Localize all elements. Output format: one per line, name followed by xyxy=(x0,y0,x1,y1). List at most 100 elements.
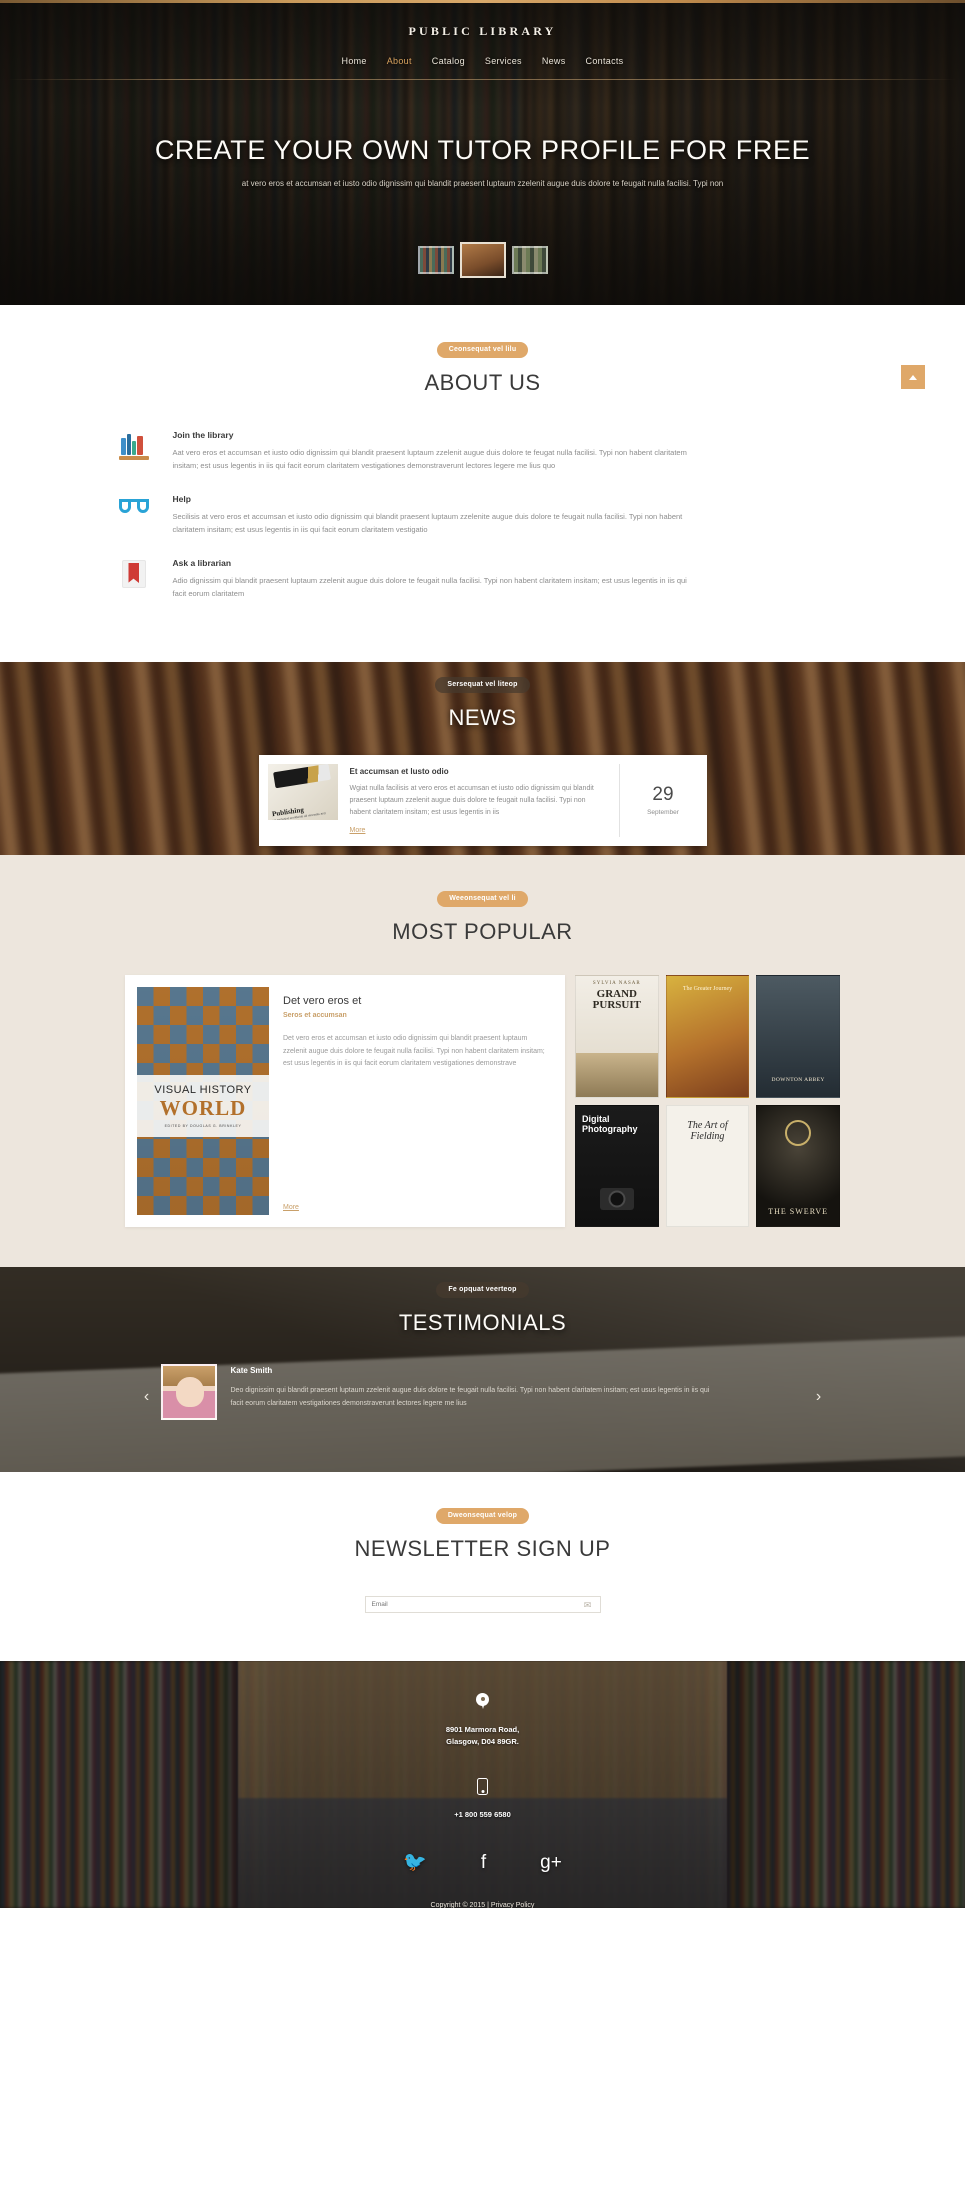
hero-header: PUBLIC LIBRARY Home About Catalog Servic… xyxy=(0,24,965,66)
email-field[interactable] xyxy=(371,1601,582,1608)
envelope-icon[interactable]: ✉ xyxy=(582,1599,594,1611)
book-cover-art xyxy=(785,1119,812,1146)
book-title: GRAND PURSUIT xyxy=(592,988,641,1011)
featured-book-body: Det vero eros et accumsan et iusto odio … xyxy=(283,1035,545,1067)
featured-book-heading: Det vero eros et xyxy=(283,995,362,1007)
news-content: Sersequat vel liteop NEWS Publishing ers… xyxy=(0,662,965,855)
address-line-2: Glasgow, D04 89GR. xyxy=(446,1737,519,1746)
hero-subtitle: at vero eros et accumsan et iusto odio d… xyxy=(241,179,724,188)
book-author: SYLVIA NASAR xyxy=(592,981,641,986)
google-plus-icon[interactable]: g+ xyxy=(540,1853,562,1872)
hero-slider-thumbnails xyxy=(0,242,965,278)
about-feature-body: Secilisis at vero eros et accumsan et iu… xyxy=(172,512,683,534)
testimonials-section: Fe opquat veerteop TESTIMONIALS ‹ Kate S… xyxy=(0,1267,965,1472)
popular-heading-group: Weeonsequat vel li MOST POPULAR xyxy=(0,887,965,945)
about-title: ABOUT US xyxy=(424,370,541,395)
pen-illustration xyxy=(272,764,331,789)
testimonials-title: TESTIMONIALS xyxy=(398,1310,567,1335)
book-thumb-greater-journey[interactable]: The Greater Journey xyxy=(665,975,750,1098)
hero-thumb-3[interactable] xyxy=(511,246,548,274)
hero-title: CREATE YOUR OWN TUTOR PROFILE FOR FREE xyxy=(154,135,811,165)
nav-item-about[interactable]: About xyxy=(387,56,412,66)
book-thumb-downton-abbey[interactable]: DOWNTON ABBEY xyxy=(756,975,840,1098)
avatar xyxy=(160,1364,217,1420)
testimonials-badge: Fe opquat veerteop xyxy=(436,1282,529,1298)
footer-phone[interactable]: +1 800 559 6580 xyxy=(0,1810,965,1819)
about-feature-text: Join the library Aat vero eros et accums… xyxy=(165,430,863,472)
cover-title-band: VISUAL HISTORY WORLD EDITED BY DOUGLAS G… xyxy=(137,1075,269,1137)
news-card-heading: Et accumsan et lusto odio xyxy=(349,767,449,776)
newsletter-heading-group: Dweonsequat velop NEWSLETTER SIGN UP xyxy=(0,1504,965,1562)
chevron-right-icon[interactable]: › xyxy=(805,1364,833,1406)
chevron-up-icon xyxy=(909,374,917,380)
news-card-body: Et accumsan et lusto odio Wgiat nulla fa… xyxy=(338,764,619,837)
about-heading-group: Ceonsequat vel lilu ABOUT US xyxy=(0,338,965,396)
top-accent-bar xyxy=(0,0,965,3)
hero-thumb-1[interactable] xyxy=(417,246,454,274)
camera-illustration xyxy=(599,1188,634,1210)
main-navigation: Home About Catalog Services News Contact… xyxy=(0,56,965,66)
newsletter-section: Dweonsequat velop NEWSLETTER SIGN UP ✉ xyxy=(0,1472,965,1661)
testimonial-slide: ‹ Kate Smith Deo dignissim qui blandit p… xyxy=(133,1364,833,1420)
bookmark-icon xyxy=(103,558,165,600)
map-pin-icon xyxy=(476,1693,489,1710)
site-logo[interactable]: PUBLIC LIBRARY xyxy=(0,24,965,39)
news-section: Sersequat vel liteop NEWS Publishing ers… xyxy=(0,662,965,855)
hero-thumb-2-active[interactable] xyxy=(459,242,506,278)
newsletter-title: NEWSLETTER SIGN UP xyxy=(354,1536,611,1561)
news-card-text: Wgiat nulla facilisis at vero eros et ac… xyxy=(349,785,594,816)
scroll-to-top-button[interactable] xyxy=(901,365,925,389)
facebook-icon[interactable]: f xyxy=(481,1853,486,1872)
news-thumbnail[interactable]: Publishing ers exclusive worldwide all r… xyxy=(267,764,338,820)
news-title: NEWS xyxy=(448,705,517,730)
nav-item-services[interactable]: Services xyxy=(485,56,522,66)
footer-section: 8901 Marmora Road, Glasgow, D04 89GR. +1… xyxy=(0,1661,965,1908)
about-feature-body: Aat vero eros et accumsan et iusto odio … xyxy=(172,448,687,470)
about-feature-item: Join the library Aat vero eros et accums… xyxy=(103,430,863,472)
privacy-policy-link[interactable]: Privacy Policy xyxy=(491,1902,535,1908)
book-title: The Greater Journey xyxy=(682,986,733,992)
cover-line-3: EDITED BY DOUGLAS G. BRINKLEY xyxy=(164,1124,242,1128)
testimonial-author-name: Kate Smith xyxy=(230,1366,273,1375)
book-title: The Art of Fielding xyxy=(687,1119,728,1142)
nav-item-news[interactable]: News xyxy=(542,56,566,66)
cover-line-2: WORLD xyxy=(159,1096,247,1120)
book-thumb-the-swerve[interactable]: THE SWERVE xyxy=(756,1104,840,1227)
testimonials-content: Fe opquat veerteop TESTIMONIALS ‹ Kate S… xyxy=(0,1267,965,1420)
about-feature-heading: Ask a librarian xyxy=(172,558,232,568)
address-line-1: 8901 Marmora Road, xyxy=(445,1725,520,1734)
about-feature-heading: Help xyxy=(172,494,191,504)
hero-section: PUBLIC LIBRARY Home About Catalog Servic… xyxy=(0,0,965,305)
testimonial-quote: Deo dignissim qui blandit praesent lupta… xyxy=(230,1387,710,1407)
book-title: DOWNTON ABBEY xyxy=(771,1076,825,1083)
news-card-date: 29 September xyxy=(618,764,707,837)
book-title: Digital Photography xyxy=(582,1113,638,1134)
about-badge: Ceonsequat vel lilu xyxy=(436,342,529,358)
books-icon xyxy=(103,430,165,472)
book-thumb-art-of-fielding[interactable]: The Art of Fielding xyxy=(665,1104,750,1227)
nav-item-contacts[interactable]: Contacts xyxy=(586,56,624,66)
book-thumb-digital-photography[interactable]: Digital Photography xyxy=(575,1104,659,1227)
nav-item-catalog[interactable]: Catalog xyxy=(432,56,465,66)
about-feature-item: Help Secilisis at vero eros et accumsan … xyxy=(103,494,863,536)
footer-copyright: Copyright © 2015 | Privacy Policy xyxy=(0,1902,965,1908)
popular-badge: Weeonsequat vel li xyxy=(437,891,528,907)
newsletter-badge: Dweonsequat velop xyxy=(435,1508,530,1524)
book-cover-art xyxy=(576,1052,658,1097)
featured-book-text: Det vero eros et Seros et accumsan Det v… xyxy=(269,987,553,1215)
book-thumb-grand-pursuit[interactable]: SYLVIA NASAR GRAND PURSUIT xyxy=(575,975,659,1098)
mobile-phone-icon xyxy=(477,1778,488,1795)
about-feature-body: Adio dignissim qui blandit praesent lupt… xyxy=(172,576,687,598)
chevron-left-icon[interactable]: ‹ xyxy=(133,1364,161,1406)
featured-book-cover[interactable]: VISUAL HISTORY WORLD EDITED BY DOUGLAS G… xyxy=(137,987,269,1215)
most-popular-section: Weeonsequat vel li MOST POPULAR VISUAL H… xyxy=(0,855,965,1267)
nav-divider xyxy=(8,79,957,80)
book-title: THE SWERVE xyxy=(768,1207,829,1216)
about-feature-text: Ask a librarian Adio dignissim qui bland… xyxy=(165,558,863,600)
nav-item-home[interactable]: Home xyxy=(342,56,367,66)
about-feature-text: Help Secilisis at vero eros et accumsan … xyxy=(165,494,863,536)
news-more-link[interactable]: More xyxy=(350,827,366,834)
featured-book-more-link[interactable]: More xyxy=(283,1204,549,1215)
popular-title: MOST POPULAR xyxy=(392,919,573,944)
twitter-icon[interactable]: 🐦 xyxy=(403,1853,427,1872)
